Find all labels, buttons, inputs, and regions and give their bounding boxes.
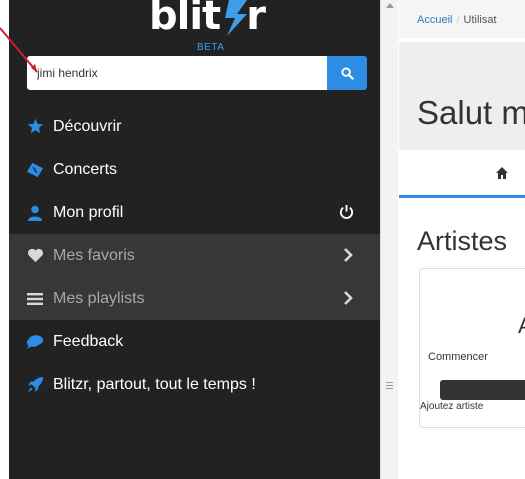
breadcrumb-home-link[interactable]: Accueil xyxy=(417,14,452,26)
card-text: Commencer xyxy=(428,351,488,363)
sidebar-scrollbar[interactable] xyxy=(380,0,398,479)
sidebar-item-mon-profil[interactable]: Mon profil xyxy=(9,191,380,234)
sidebar: blitr BETA Découvrir Concerts xyxy=(9,0,380,479)
home-icon[interactable] xyxy=(495,166,509,180)
lightning-bolt-icon xyxy=(225,0,247,36)
active-tab-indicator xyxy=(399,195,525,198)
comments-icon xyxy=(25,333,45,351)
card-heading: A xyxy=(518,313,525,339)
search-icon xyxy=(340,66,354,80)
search-button[interactable] xyxy=(327,56,367,90)
page-title: Salut m xyxy=(417,94,525,131)
search-input[interactable] xyxy=(27,56,327,90)
sidebar-item-label: Concerts xyxy=(53,160,118,178)
sidebar-item-label: Feedback xyxy=(53,332,124,350)
rocket-icon xyxy=(25,376,45,394)
breadcrumb-current: Utilisat xyxy=(463,14,497,26)
beta-badge: BETA xyxy=(197,42,225,53)
ticket-icon xyxy=(25,161,45,179)
scroll-grip-icon[interactable] xyxy=(386,382,393,391)
logo[interactable]: blit r BETA xyxy=(9,0,380,53)
sidebar-item-mes-playlists[interactable]: Mes playlists xyxy=(9,277,380,320)
scroll-up-arrow-icon[interactable] xyxy=(386,3,394,8)
chevron-right-icon[interactable] xyxy=(342,247,354,268)
sidebar-item-feedback[interactable]: Feedback xyxy=(9,320,380,363)
heart-icon xyxy=(25,247,45,265)
list-icon xyxy=(25,290,45,308)
sidebar-item-decouvrir[interactable]: Découvrir xyxy=(9,105,380,148)
chevron-right-icon[interactable] xyxy=(342,290,354,311)
star-icon xyxy=(25,118,45,136)
breadcrumb: Accueil / Utilisat xyxy=(399,0,525,38)
breadcrumb-separator: / xyxy=(456,14,460,26)
sidebar-item-concerts[interactable]: Concerts xyxy=(9,148,380,191)
sidebar-item-label: Découvrir xyxy=(53,117,122,135)
sidebar-item-label: Mes favoris xyxy=(53,246,135,264)
sidebar-item-mes-favoris[interactable]: Mes favoris xyxy=(9,234,380,277)
main-content: Accueil /Utilisat Salut m Artistes A Comm… xyxy=(399,0,525,479)
sidebar-item-label: Mes playlists xyxy=(53,289,145,307)
sidebar-item-label: Mon profil xyxy=(53,203,124,221)
artists-card: A Commencer Ajoutez artiste xyxy=(419,268,525,428)
card-footer-text: Ajoutez artiste xyxy=(420,401,484,412)
power-icon[interactable] xyxy=(339,204,354,225)
section-title: Artistes xyxy=(417,226,508,256)
search-bar xyxy=(27,56,367,90)
sidebar-menu: Découvrir Concerts Mon profil Mes favori… xyxy=(9,105,380,406)
user-icon xyxy=(25,204,45,222)
sidebar-item-label: Blitzr, partout, tout le temps ! xyxy=(53,375,256,393)
sidebar-item-blitzr-partout[interactable]: Blitzr, partout, tout le temps ! xyxy=(9,363,380,406)
card-input-bar[interactable] xyxy=(440,380,525,400)
